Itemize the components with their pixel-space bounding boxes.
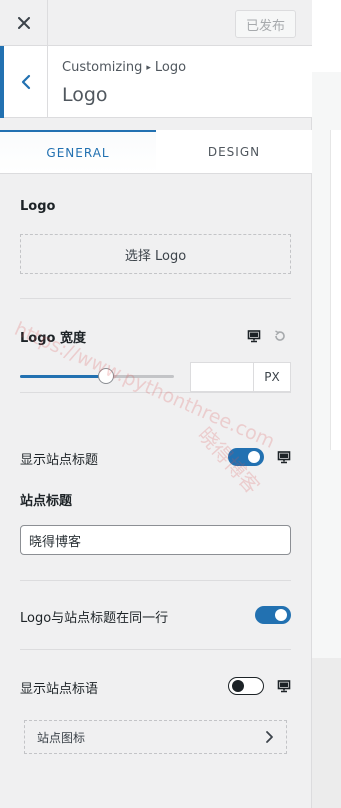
tab-general[interactable]: GENERAL bbox=[0, 130, 156, 173]
site-icon-row[interactable]: 站点图标 bbox=[24, 720, 287, 754]
site-title-input[interactable]: 晓得博客 bbox=[20, 525, 291, 555]
show-tagline-toggle[interactable] bbox=[228, 677, 264, 695]
tab-design[interactable]: DESIGN bbox=[156, 130, 312, 173]
section-header: Customizing ▸ Logo Logo bbox=[0, 46, 312, 118]
breadcrumb-root: Customizing bbox=[62, 60, 143, 75]
divider bbox=[20, 298, 291, 299]
slider-handle[interactable] bbox=[98, 368, 115, 384]
close-customizer-button[interactable] bbox=[0, 0, 48, 46]
back-button[interactable] bbox=[0, 46, 48, 118]
show-site-title-toggle[interactable] bbox=[228, 448, 264, 466]
divider bbox=[20, 392, 291, 393]
toggle-knob bbox=[275, 609, 287, 621]
unit-selector[interactable]: PX bbox=[254, 362, 291, 392]
customizer-sidebar: 已发布 Customizing ▸ Logo Logo GENERAL DESIGN… bbox=[0, 0, 312, 808]
select-logo-button[interactable]: 选择 Logo bbox=[20, 234, 291, 274]
publish-button[interactable]: 已发布 bbox=[235, 10, 296, 38]
logo-label: Logo bbox=[20, 199, 56, 214]
desktop-icon[interactable] bbox=[247, 328, 261, 343]
logo-width-input[interactable] bbox=[190, 362, 254, 392]
reset-icon[interactable] bbox=[273, 328, 287, 342]
breadcrumb-separator: ▸ bbox=[146, 63, 151, 73]
tab-bar: GENERAL DESIGN bbox=[0, 130, 312, 174]
preview-card bbox=[330, 130, 341, 450]
breadcrumb-leaf: Logo bbox=[154, 60, 187, 75]
desktop-icon[interactable] bbox=[277, 678, 291, 693]
chevron-right-icon bbox=[266, 731, 273, 743]
chevron-left-icon bbox=[21, 74, 30, 90]
close-icon bbox=[17, 17, 30, 29]
preview-top bbox=[312, 0, 341, 72]
logo-same-line-toggle[interactable] bbox=[255, 606, 291, 624]
slider-fill bbox=[20, 375, 107, 378]
breadcrumb: Customizing ▸ Logo bbox=[62, 60, 186, 75]
show-site-title-label: 显示站点标题 bbox=[20, 453, 99, 468]
desktop-icon[interactable] bbox=[277, 449, 291, 464]
logo-same-line-label: Logo与站点标题在同一行 bbox=[20, 611, 169, 626]
logo-width-slider[interactable] bbox=[20, 375, 174, 378]
toggle-knob bbox=[232, 680, 244, 692]
site-preview bbox=[312, 0, 341, 808]
site-title-label: 站点标题 bbox=[20, 494, 73, 509]
preview-lower bbox=[312, 658, 341, 808]
site-icon-label: 站点图标 bbox=[37, 730, 86, 745]
divider bbox=[20, 580, 291, 581]
customizer-header: 已发布 bbox=[0, 0, 312, 46]
logo-width-label: Logo 宽度 bbox=[20, 331, 86, 346]
divider bbox=[20, 649, 291, 650]
toggle-knob bbox=[248, 451, 260, 463]
section-title: Logo bbox=[62, 84, 108, 106]
show-tagline-label: 显示站点标语 bbox=[20, 682, 99, 697]
